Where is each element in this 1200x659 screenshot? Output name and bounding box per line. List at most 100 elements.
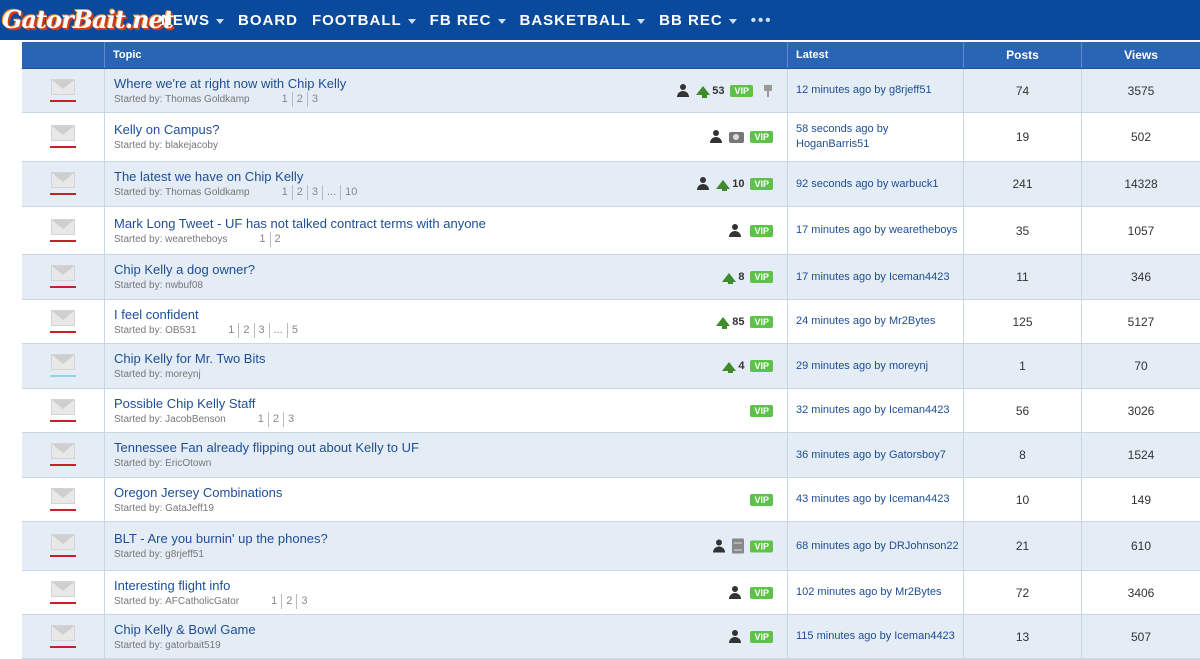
topic-title-link[interactable]: Interesting flight info xyxy=(114,577,311,594)
latest-post-link[interactable]: 17 minutes ago by wearetheboys xyxy=(788,207,964,254)
nav-item-news[interactable]: NEWS xyxy=(161,12,224,29)
latest-post-link[interactable]: 17 minutes ago by Iceman4423 xyxy=(788,255,964,299)
topic-author[interactable]: blakejacoby xyxy=(165,138,218,153)
nav-item-fb-rec[interactable]: FB REC xyxy=(430,12,506,29)
table-row[interactable]: Chip Kelly a dog owner? Started by: nwbuf… xyxy=(22,255,1200,300)
topic-pages: 12 xyxy=(255,231,285,247)
page-link[interactable]: 3 xyxy=(297,594,311,609)
topic-title-link[interactable]: Chip Kelly for Mr. Two Bits xyxy=(114,350,265,367)
latest-post-link[interactable]: 12 minutes ago by g8rjeff51 xyxy=(788,69,964,112)
topic-title-link[interactable]: Tennessee Fan already flipping out about… xyxy=(114,439,419,456)
topic-main: Kelly on Campus? Started by: blakejacoby xyxy=(114,121,220,153)
page-link[interactable]: 1 xyxy=(267,593,283,609)
topic-title-link[interactable]: Chip Kelly & Bowl Game xyxy=(114,621,256,638)
table-row[interactable]: Mark Long Tweet - UF has not talked cont… xyxy=(22,207,1200,255)
post-count: 241 xyxy=(964,162,1082,206)
latest-post-link[interactable]: 115 minutes ago by Iceman4423 xyxy=(788,615,964,658)
table-row[interactable]: Interesting flight info Started by: AFCat… xyxy=(22,571,1200,615)
topic-author[interactable]: nwbuf08 xyxy=(165,278,203,293)
topic-title-link[interactable]: BLT - Are you burnin' up the phones? xyxy=(114,530,328,547)
header-topic[interactable]: Topic xyxy=(105,42,788,68)
page-link[interactable]: 5 xyxy=(288,323,302,338)
topic-icon-cell xyxy=(22,255,105,299)
latest-post-link[interactable]: 32 minutes ago by Iceman4423 xyxy=(788,389,964,432)
table-row[interactable]: Possible Chip Kelly Staff Started by: Jac… xyxy=(22,389,1200,433)
topic-author[interactable]: gatorbait519 xyxy=(165,638,221,653)
nav-item-board[interactable]: BOARD xyxy=(238,12,298,29)
table-row[interactable]: Chip Kelly for Mr. Two Bits Started by: m… xyxy=(22,344,1200,389)
table-row[interactable]: Where we're at right now with Chip Kelly… xyxy=(22,69,1200,113)
page-link[interactable]: 1 xyxy=(254,411,269,427)
site-logo[interactable]: GatorBait.net xyxy=(2,2,174,36)
topic-title-link[interactable]: The latest we have on Chip Kelly xyxy=(114,168,361,185)
topic-main: Where we're at right now with Chip Kelly… xyxy=(114,75,346,107)
page-link[interactable]: 3 xyxy=(308,185,323,200)
page-link[interactable]: 2 xyxy=(269,411,284,427)
page-link[interactable]: 3 xyxy=(308,92,322,107)
latest-post-link[interactable]: 68 minutes ago by DRJohnson22 xyxy=(788,522,964,570)
page-link[interactable]: ... xyxy=(270,322,288,338)
table-row[interactable]: Kelly on Campus? Started by: blakejacoby V… xyxy=(22,113,1200,162)
view-count: 14328 xyxy=(1124,177,1158,191)
started-by-label: Started by: xyxy=(114,187,163,198)
topic-title-link[interactable]: Chip Kelly a dog owner? xyxy=(114,261,255,278)
latest-post-link[interactable]: 102 minutes ago by Mr2Bytes xyxy=(788,571,964,614)
latest-post-link[interactable]: 43 minutes ago by Iceman4423 xyxy=(788,478,964,521)
header-latest[interactable]: Latest xyxy=(788,42,964,68)
vip-badge: VIP xyxy=(750,178,773,190)
topic-title-link[interactable]: Where we're at right now with Chip Kelly xyxy=(114,75,346,92)
topic-author[interactable]: EricOtown xyxy=(165,456,211,471)
page-link[interactable]: 2 xyxy=(239,322,255,338)
topic-title-link[interactable]: Mark Long Tweet - UF has not talked cont… xyxy=(114,215,486,232)
topic-author[interactable]: moreynj xyxy=(165,367,201,382)
page-link[interactable]: 1 xyxy=(224,322,240,338)
header-posts[interactable]: Posts xyxy=(964,42,1082,68)
table-row[interactable]: Tennessee Fan already flipping out about… xyxy=(22,433,1200,478)
user-icon xyxy=(709,130,723,144)
latest-post-link[interactable]: 24 minutes ago by Mr2Bytes xyxy=(788,300,964,343)
topic-title-link[interactable]: I feel confident xyxy=(114,306,302,323)
topic-author[interactable]: Thomas Goldkamp xyxy=(165,92,249,107)
page-link[interactable]: 2 xyxy=(293,185,308,200)
page-link[interactable]: 10 xyxy=(341,185,361,200)
page-link[interactable]: 2 xyxy=(282,593,298,609)
topic-author[interactable]: OB531 xyxy=(165,323,196,338)
topic-author[interactable]: AFCatholicGator xyxy=(165,594,239,609)
table-row[interactable]: Oregon Jersey Combinations Started by: Ga… xyxy=(22,478,1200,522)
page-link[interactable]: 1 xyxy=(278,185,293,200)
topic-author[interactable]: JacobBenson xyxy=(165,412,226,427)
table-row[interactable]: I feel confident Started by: OB531 1 2 3... 5… xyxy=(22,300,1200,344)
latest-post-link[interactable]: 29 minutes ago by moreynj xyxy=(788,344,964,388)
latest-post-link[interactable]: 92 seconds ago by warbuck1 xyxy=(788,162,964,206)
topic-author[interactable]: Thomas Goldkamp xyxy=(165,185,249,200)
latest-post-link[interactable]: 58 seconds ago by HoganBarris51 xyxy=(788,113,964,161)
page-link[interactable]: 1 xyxy=(278,91,293,107)
table-row[interactable]: Chip Kelly & Bowl Game Started by: gatorb… xyxy=(22,615,1200,659)
page-link[interactable]: 2 xyxy=(271,232,285,247)
table-row[interactable]: BLT - Are you burnin' up the phones? Star… xyxy=(22,522,1200,571)
page-link[interactable]: ... xyxy=(323,185,342,200)
page-link[interactable]: 2 xyxy=(293,91,308,107)
chevron-down-icon xyxy=(216,18,224,24)
page-link[interactable]: 3 xyxy=(284,412,298,427)
upvote-badge: 10 xyxy=(716,177,744,191)
nav-item-basketball[interactable]: BASKETBALL xyxy=(520,12,646,29)
topic-title-link[interactable]: Kelly on Campus? xyxy=(114,121,220,138)
nav-item-football[interactable]: FOOTBALL xyxy=(312,12,416,29)
page-link[interactable]: 3 xyxy=(255,322,270,338)
topic-author[interactable]: wearetheboys xyxy=(165,232,227,247)
table-row[interactable]: The latest we have on Chip Kelly Started … xyxy=(22,162,1200,207)
latest-post-link[interactable]: 36 minutes ago by Gatorsboy7 xyxy=(788,433,964,477)
topic-title-link[interactable]: Possible Chip Kelly Staff xyxy=(114,395,298,412)
nav-item-bb-rec[interactable]: BB REC xyxy=(659,12,737,29)
page-link[interactable]: 1 xyxy=(255,231,271,247)
topic-title-link[interactable]: Oregon Jersey Combinations xyxy=(114,484,282,501)
topic-pages: 123 xyxy=(254,411,298,427)
topic-pages: 1 2 3... 5 xyxy=(224,322,302,338)
envelope-icon xyxy=(50,308,76,336)
nav-item-label: FOOTBALL xyxy=(312,11,402,29)
nav-more-button[interactable]: ••• xyxy=(751,12,773,29)
header-views[interactable]: Views xyxy=(1082,42,1200,68)
topic-author[interactable]: GataJeff19 xyxy=(165,501,214,516)
topic-author[interactable]: g8rjeff51 xyxy=(165,547,204,562)
